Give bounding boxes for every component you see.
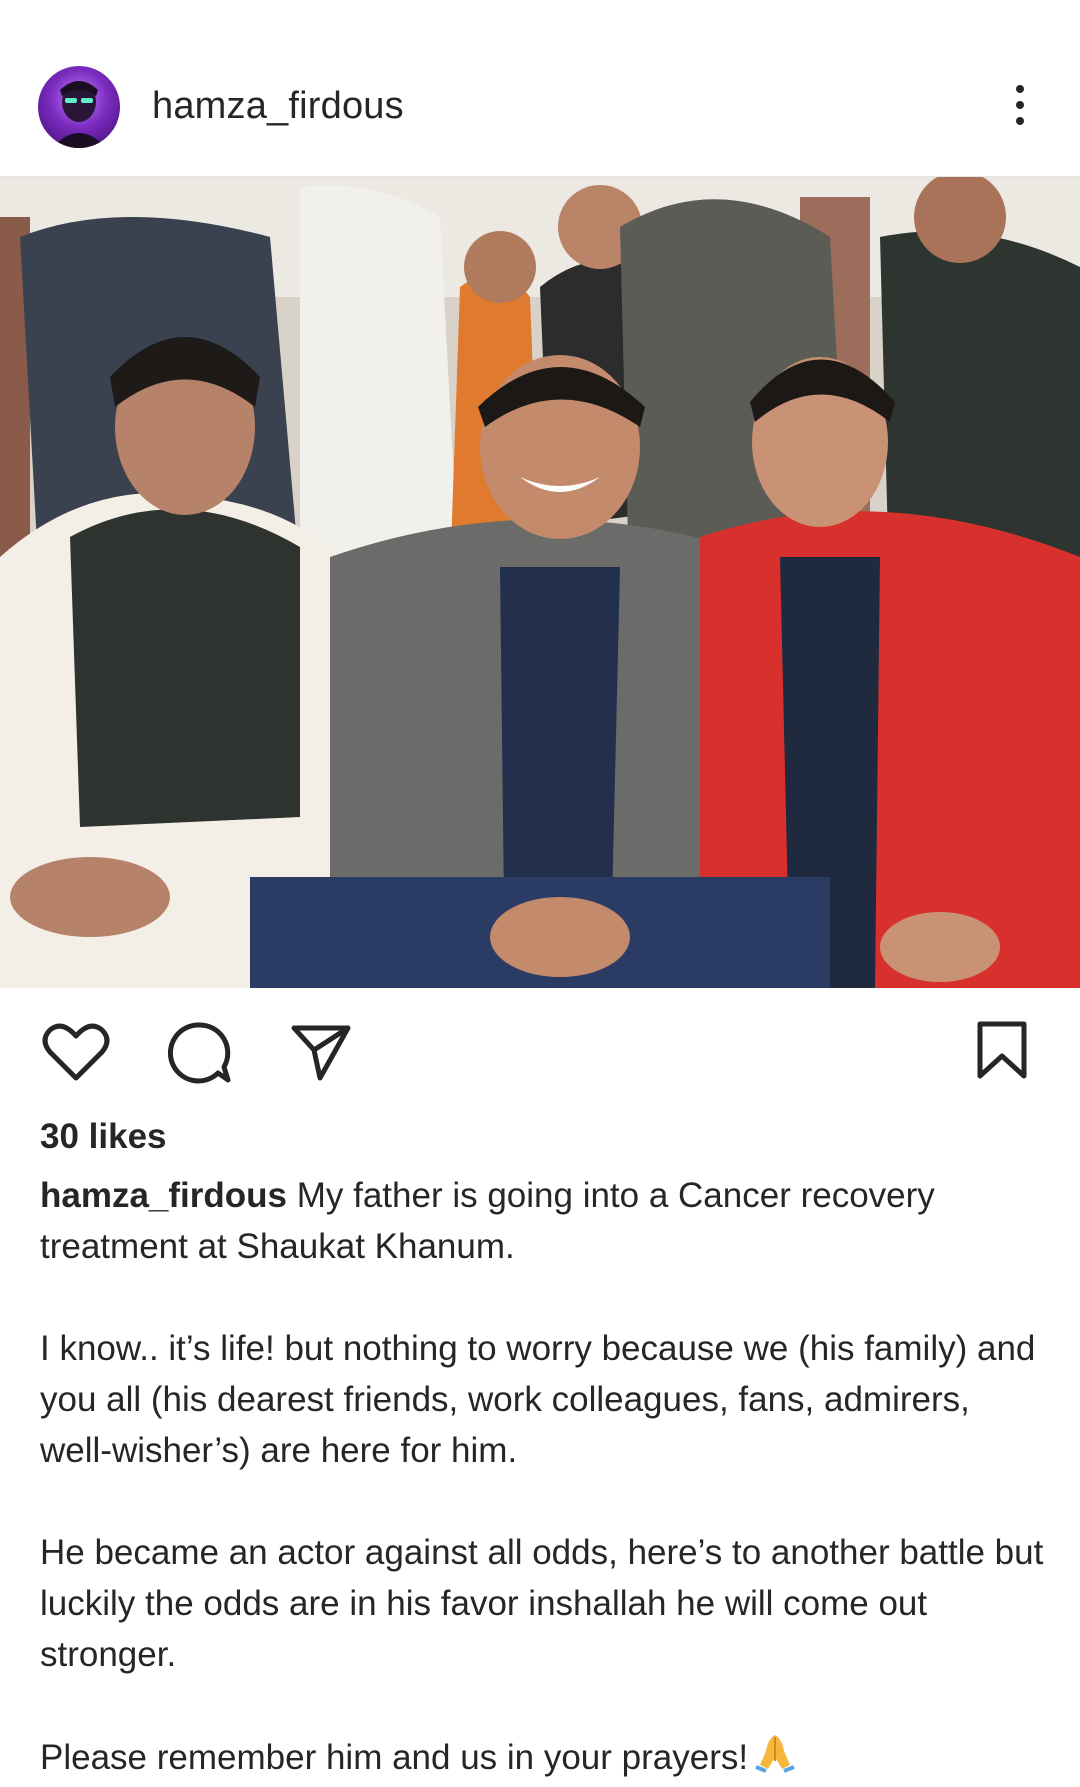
comment-icon[interactable]	[166, 1020, 232, 1091]
caption-username[interactable]: hamza_firdous	[40, 1176, 287, 1215]
caption-paragraph: hamza_firdous My father is going into a …	[40, 1170, 1050, 1272]
likes-count[interactable]: 30 likes	[40, 1116, 167, 1158]
caption-text: Please remember him and us in your praye…	[40, 1738, 749, 1777]
caption-paragraph: I know.. it’s life! but nothing to worry…	[40, 1329, 1036, 1470]
heart-icon[interactable]	[42, 1022, 110, 1087]
avatar[interactable]	[38, 66, 120, 148]
post-actions	[0, 1010, 1080, 1090]
folded-hands-emoji	[754, 1731, 796, 1773]
post-username[interactable]: hamza_firdous	[152, 84, 404, 128]
caption-paragraph: Please remember him and us in your praye…	[40, 1731, 1050, 1783]
post-photo[interactable]	[0, 177, 1080, 988]
post-caption: hamza_firdous My father is going into a …	[40, 1170, 1050, 1783]
more-options-icon[interactable]	[1000, 80, 1040, 130]
send-icon[interactable]	[290, 1022, 352, 1087]
caption-paragraph: He became an actor against all odds, her…	[40, 1533, 1044, 1674]
post-header: hamza_firdous	[0, 0, 1080, 177]
bookmark-icon[interactable]	[976, 1020, 1028, 1085]
